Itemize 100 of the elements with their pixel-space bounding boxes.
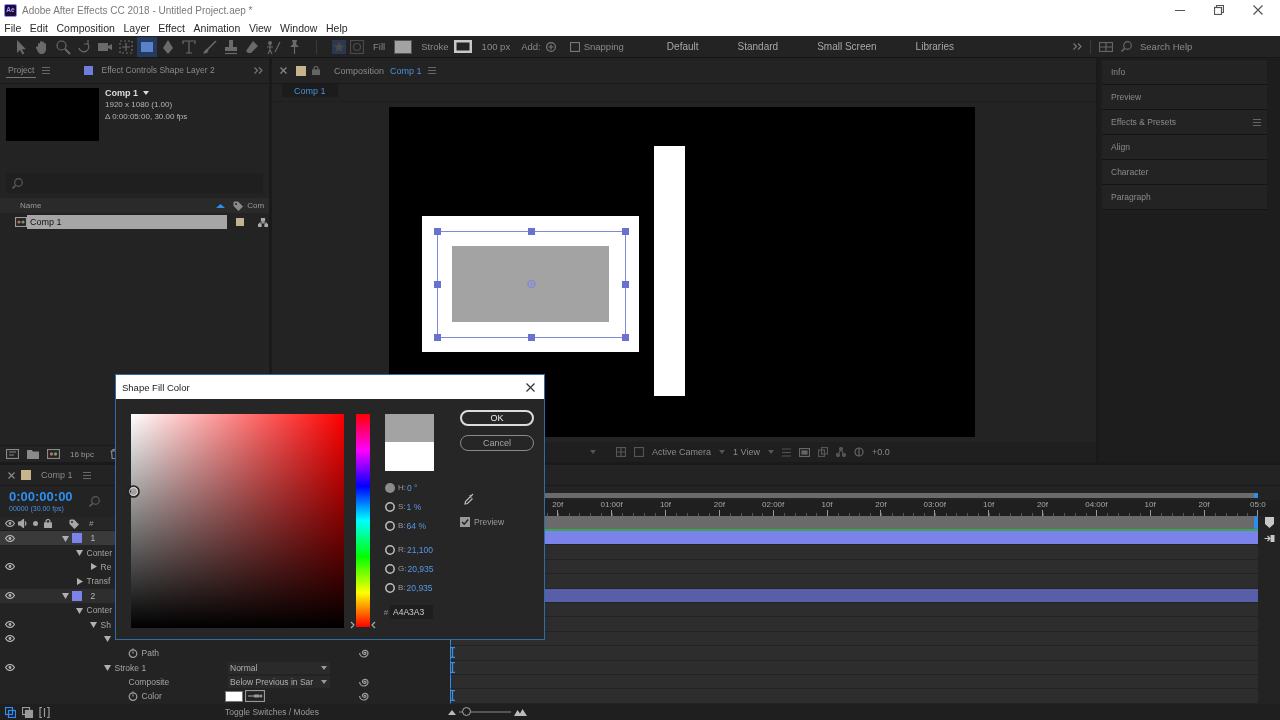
collapsed-panel[interactable]: Character — [1102, 160, 1267, 185]
collapsed-panel[interactable]: Align — [1102, 135, 1267, 160]
lines-icon[interactable] — [781, 447, 791, 457]
eye-icon[interactable] — [5, 592, 15, 600]
radio-button[interactable] — [385, 520, 395, 531]
preview-checkbox[interactable] — [460, 517, 470, 527]
triangle-down-icon[interactable] — [61, 534, 69, 542]
eyedropper-icon[interactable] — [464, 493, 474, 505]
star-shape-icon[interactable] — [332, 39, 346, 54]
search-icon[interactable] — [12, 177, 23, 189]
color-swatch[interactable] — [225, 691, 243, 702]
project-search-field[interactable] — [6, 173, 263, 193]
viewer-option[interactable]: +0.0 — [871, 447, 890, 457]
split-circle-icon[interactable] — [853, 447, 864, 457]
stamp-icon[interactable] — [222, 38, 239, 55]
spiral-icon[interactable] — [359, 691, 369, 702]
toggle-switches-modes-button[interactable]: Toggle Switches / Modes — [225, 707, 320, 717]
triangle-down-icon[interactable] — [61, 592, 69, 600]
triangle-down-icon[interactable] — [75, 549, 83, 557]
lock-icon[interactable] — [312, 66, 320, 75]
fill-color-swatch[interactable] — [394, 39, 413, 54]
column-header[interactable]: Com — [247, 201, 265, 210]
collapsed-panel[interactable]: Info — [1102, 60, 1267, 85]
frame-icon[interactable] — [798, 447, 810, 457]
radio-button[interactable] — [385, 563, 395, 574]
label-color-swatch[interactable] — [71, 533, 82, 544]
stroke-swatch-icon[interactable] — [453, 40, 472, 53]
magnifier-icon[interactable] — [54, 38, 71, 55]
close-icon[interactable] — [1253, 5, 1263, 15]
double-chevron-icon[interactable] — [254, 67, 263, 74]
workspace-tab[interactable]: Small Screen — [817, 41, 877, 52]
spiral-icon[interactable] — [359, 677, 369, 688]
panel-tab[interactable]: Effect Controls Shape Layer 2 — [99, 63, 217, 78]
workspace-tab[interactable]: Default — [666, 41, 699, 52]
search-help-field[interactable]: Search Help — [1140, 38, 1214, 55]
triangle-down-icon[interactable] — [103, 635, 111, 643]
project-item[interactable]: Comp 1 — [27, 215, 227, 229]
radio-button[interactable] — [385, 582, 395, 593]
list-box-icon[interactable] — [6, 449, 19, 459]
transform-handle[interactable] — [434, 228, 441, 235]
triangle-right-icon[interactable] — [89, 563, 97, 571]
label-color-swatch[interactable] — [71, 590, 82, 601]
spiral-icon[interactable] — [359, 648, 369, 659]
property-dropdown[interactable]: Below Previous in Sar — [228, 676, 330, 689]
double-chevron-icon[interactable] — [1073, 43, 1082, 50]
transform-handle[interactable] — [434, 334, 441, 341]
new-composition-icon[interactable] — [47, 449, 60, 459]
circle-plus-icon[interactable] — [545, 41, 556, 52]
restore-icon[interactable] — [1214, 5, 1224, 15]
work-area-handle[interactable] — [1254, 516, 1258, 529]
hue-slider-thumb[interactable] — [348, 621, 378, 629]
transform-handle[interactable] — [528, 334, 535, 341]
menu-item[interactable]: View — [244, 22, 276, 34]
radio-button[interactable] — [385, 501, 395, 512]
menu-item[interactable]: Help — [321, 22, 352, 34]
zoom-slider-thumb[interactable] — [462, 707, 472, 716]
collapsed-panel[interactable]: Paragraph — [1102, 185, 1267, 210]
stroke-width-value[interactable]: 100 px — [481, 41, 511, 52]
transform-handle[interactable] — [434, 281, 441, 288]
eye-icon[interactable] — [5, 534, 15, 542]
panel-tab-title[interactable]: Composition — [334, 65, 385, 76]
menu-item[interactable]: Effect — [154, 22, 190, 34]
arrow-into-box-icon[interactable] — [1263, 534, 1275, 543]
color-picker-ring-icon[interactable] — [126, 484, 140, 498]
channel-value[interactable]: 20,935 — [406, 582, 433, 593]
minimize-icon[interactable] — [1175, 9, 1185, 11]
radio-button[interactable] — [385, 482, 395, 493]
triangle-right-icon[interactable] — [75, 577, 83, 585]
menu-icon[interactable] — [427, 67, 436, 74]
channel-value[interactable]: 0 ° — [407, 482, 418, 493]
figure-brush-icon[interactable] — [264, 38, 281, 55]
folder-icon[interactable] — [27, 449, 39, 459]
nodes-icon[interactable] — [835, 447, 846, 457]
eye-icon[interactable] — [5, 621, 15, 629]
menu-item[interactable]: Edit — [25, 22, 53, 34]
menu-item[interactable]: Layer — [119, 22, 155, 34]
viewer-tab[interactable]: Comp 1 — [282, 84, 338, 97]
eye-icon[interactable] — [5, 635, 15, 643]
menu-icon[interactable] — [42, 67, 51, 74]
triangle-down-icon[interactable] — [89, 621, 97, 629]
transform-handle[interactable] — [622, 334, 629, 341]
menu-icon[interactable] — [1253, 118, 1261, 126]
workspace-tab[interactable]: Libraries — [915, 41, 954, 52]
eye-icon[interactable] — [5, 664, 15, 672]
viewer-option[interactable]: 1 View — [733, 447, 760, 457]
triangle-down-icon[interactable] — [75, 606, 83, 614]
marker-icon[interactable] — [1264, 517, 1274, 528]
panel-tab[interactable]: Project — [6, 63, 37, 78]
property-dropdown[interactable]: Normal — [228, 661, 330, 674]
small-mountain-icon[interactable] — [448, 709, 457, 715]
timeline-tab[interactable]: Comp 1 — [41, 470, 73, 480]
search-icon[interactable] — [88, 496, 100, 507]
eye-icon[interactable] — [5, 563, 15, 571]
layers-icon[interactable] — [817, 447, 828, 457]
hue-slider[interactable] — [348, 414, 378, 628]
transform-handle[interactable] — [622, 281, 629, 288]
transform-handle[interactable] — [528, 228, 535, 235]
ok-button[interactable]: OK — [460, 410, 534, 426]
viewer-option[interactable]: Active Camera — [652, 447, 712, 457]
current-timecode[interactable]: 0:00:00:00 — [9, 490, 73, 504]
